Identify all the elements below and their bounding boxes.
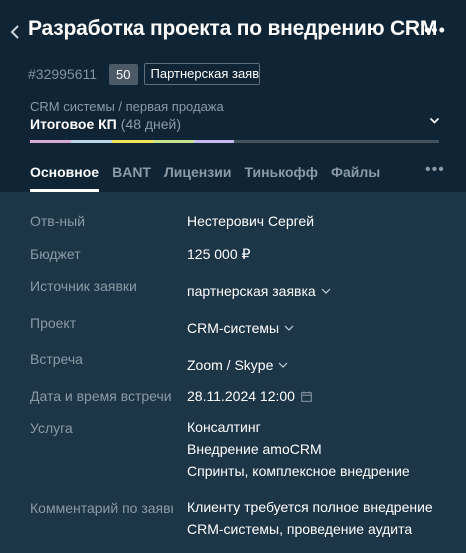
progress-segment [70, 140, 112, 143]
caret-down-icon [278, 362, 288, 368]
field-label-comment: Комментарий по заявке [30, 500, 173, 516]
deal-id: #32995611 [28, 66, 98, 82]
chevron-left-icon[interactable] [8, 22, 22, 42]
field-label-meeting: Встреча [30, 351, 83, 367]
meeting-value: Zoom / Skype [187, 357, 274, 373]
lead-source-value: партнерская заявка [187, 283, 316, 299]
service-option[interactable]: Консалтинг [187, 416, 410, 438]
score-badge[interactable]: 50 [109, 63, 138, 85]
stage-progress-bar [30, 140, 439, 143]
progress-segment [111, 140, 153, 143]
meeting-datetime-value: 28.11.2024 12:00 [187, 388, 295, 404]
tab-bar: Основное BANT Лицензии Тинькофф Файлы [30, 164, 393, 192]
progress-segment [30, 140, 71, 143]
project-value: CRM-системы [187, 320, 280, 336]
tab-2[interactable]: Лицензии [164, 164, 231, 192]
tab-4[interactable]: Файлы [331, 164, 380, 192]
service-option[interactable]: Спринты, комплексное внедрение [187, 460, 410, 482]
chevron-down-icon[interactable] [429, 117, 440, 125]
stage-name: Итоговое КП [30, 116, 117, 132]
tab-0[interactable]: Основное [30, 164, 100, 192]
comment-line: CRM-системы, проведение аудита [187, 521, 413, 537]
pipeline-label: CRM системы / первая продажа [30, 99, 224, 114]
deal-meta-row: #32995611 50 Партнерская заявка [28, 63, 260, 85]
stage-days: (48 дней) [120, 116, 182, 132]
field-label-lead-source: Источник заявки [30, 278, 137, 294]
tab-1[interactable]: BANT [112, 164, 151, 192]
project-select[interactable]: CRM-системы [187, 320, 294, 336]
caret-down-icon [284, 325, 294, 331]
caret-down-icon [321, 288, 331, 294]
tab-3[interactable]: Тинькофф [244, 164, 318, 192]
field-label-responsible: Отв-ный [30, 213, 86, 229]
tag-badge[interactable]: Партнерская заявка [143, 63, 260, 85]
service-option[interactable]: Внедрение amoCRM [187, 438, 410, 460]
deal-header: Разработка проекта по внедрению CRM ••• … [0, 0, 466, 192]
comment-line: Клиенту требуется полное внедрение [187, 499, 433, 515]
progress-segment [234, 140, 439, 143]
comment-field[interactable]: Клиенту требуется полное внедрение CRM-с… [187, 496, 433, 540]
calendar-icon[interactable] [301, 391, 312, 402]
meeting-datetime-input[interactable]: 28.11.2024 12:00 [187, 388, 312, 404]
field-label-meeting-datetime: Дата и время встречи [30, 388, 172, 404]
deal-title[interactable]: Разработка проекта по внедрению CRM [28, 17, 437, 41]
field-label-budget: Бюджет [30, 246, 81, 262]
progress-segment [152, 140, 194, 143]
field-label-project: Проект [30, 315, 77, 331]
field-value-responsible[interactable]: Нестерович Сергей [187, 213, 314, 229]
lead-source-select[interactable]: партнерская заявка [187, 283, 331, 299]
meeting-select[interactable]: Zoom / Skype [187, 357, 288, 373]
progress-segment [193, 140, 235, 143]
field-label-service: Услуга [30, 420, 73, 436]
field-value-budget[interactable]: 125 000 ₽ [187, 246, 250, 263]
more-actions-icon[interactable]: ••• [424, 20, 446, 40]
service-multiselect[interactable]: Консалтинг Внедрение amoCRM Спринты, ком… [187, 416, 410, 482]
stage-selector[interactable]: Итоговое КП (48 дней) [30, 116, 181, 132]
more-tabs-icon[interactable]: ••• [425, 161, 445, 179]
